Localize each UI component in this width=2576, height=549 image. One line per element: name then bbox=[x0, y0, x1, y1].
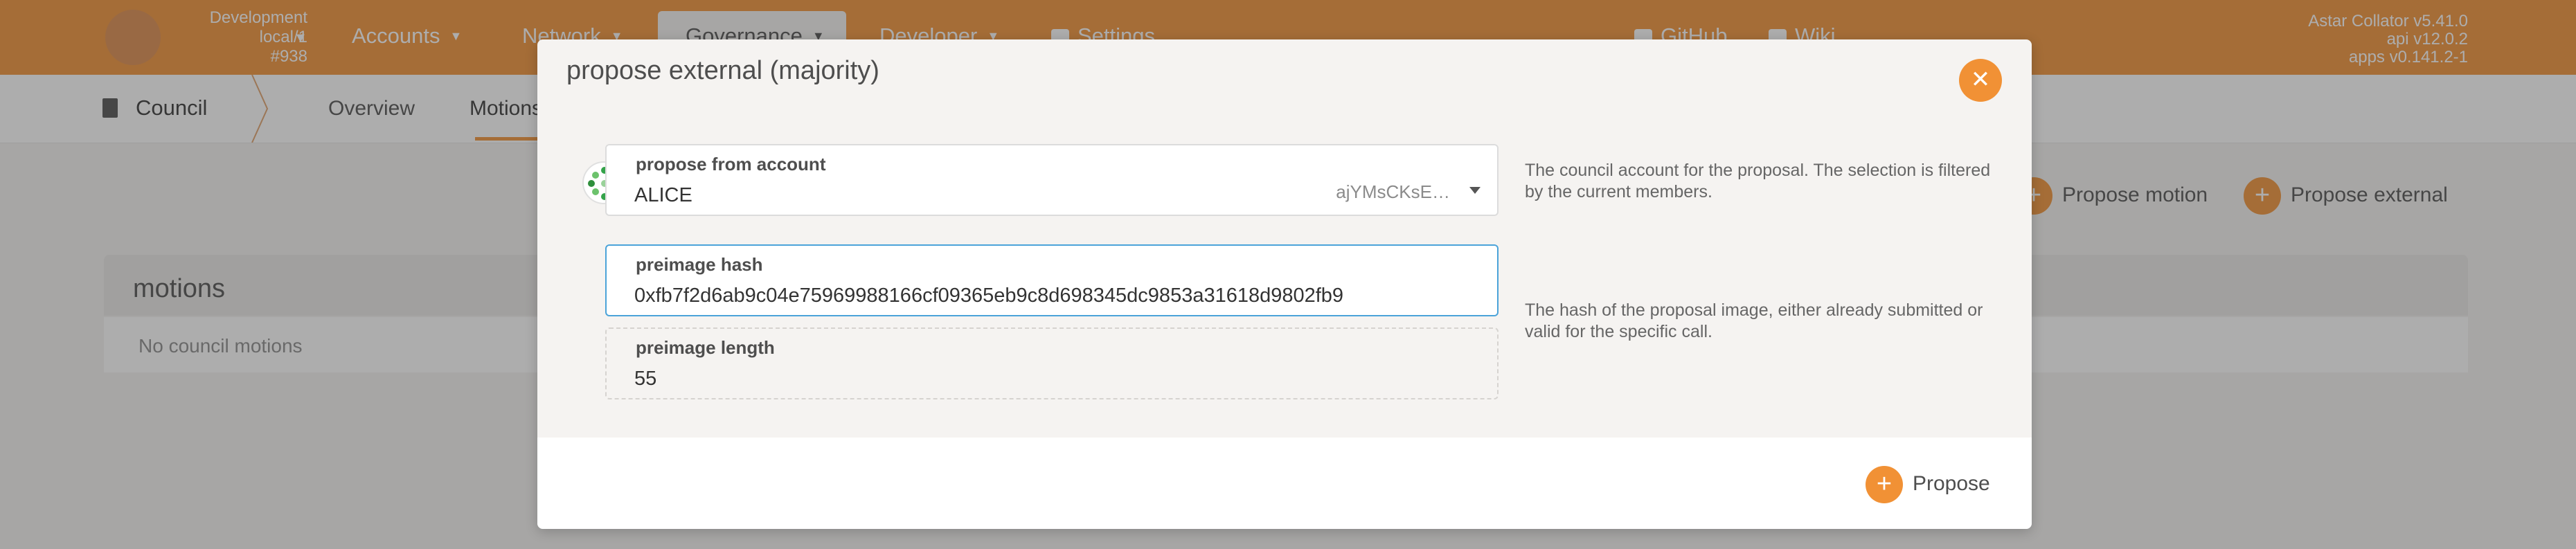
preimage-hash-label: preimage hash bbox=[636, 254, 763, 275]
propose-button[interactable]: + Propose bbox=[1866, 466, 1990, 503]
plus-icon: + bbox=[1866, 466, 1903, 503]
preimage-length-value: 55 bbox=[634, 368, 657, 390]
account-help: The council account for the proposal. Th… bbox=[1525, 161, 1991, 201]
close-button[interactable]: ✕ bbox=[1959, 59, 2002, 102]
modal-footer bbox=[537, 438, 2032, 529]
account-name: ALICE bbox=[634, 184, 692, 206]
close-icon: ✕ bbox=[1970, 66, 1991, 93]
account-address: ajYMsCKsE… bbox=[1336, 181, 1450, 202]
preimage-length-field: preimage length 55 bbox=[605, 327, 1499, 399]
account-label: propose from account bbox=[636, 154, 826, 174]
preimage-hash-input[interactable]: preimage hash 0xfb7f2d6ab9c04e7596998816… bbox=[605, 244, 1499, 316]
preimage-help: The hash of the proposal image, either a… bbox=[1525, 300, 1983, 341]
chevron-down-icon bbox=[1469, 187, 1481, 194]
identicon-dot bbox=[588, 180, 595, 187]
identicon-dot bbox=[592, 188, 599, 195]
account-select[interactable]: propose from account ALICE ajYMsCKsE… bbox=[605, 144, 1499, 216]
modal-title: propose external (majority) bbox=[566, 56, 879, 85]
identicon-dot bbox=[592, 172, 599, 179]
preimage-length-label: preimage length bbox=[636, 337, 775, 358]
preimage-hash-value: 0xfb7f2d6ab9c04e75969988166cf09365eb9c8d… bbox=[634, 285, 1344, 307]
propose-external-modal: propose external (majority) ✕ propose fr… bbox=[537, 39, 2032, 529]
